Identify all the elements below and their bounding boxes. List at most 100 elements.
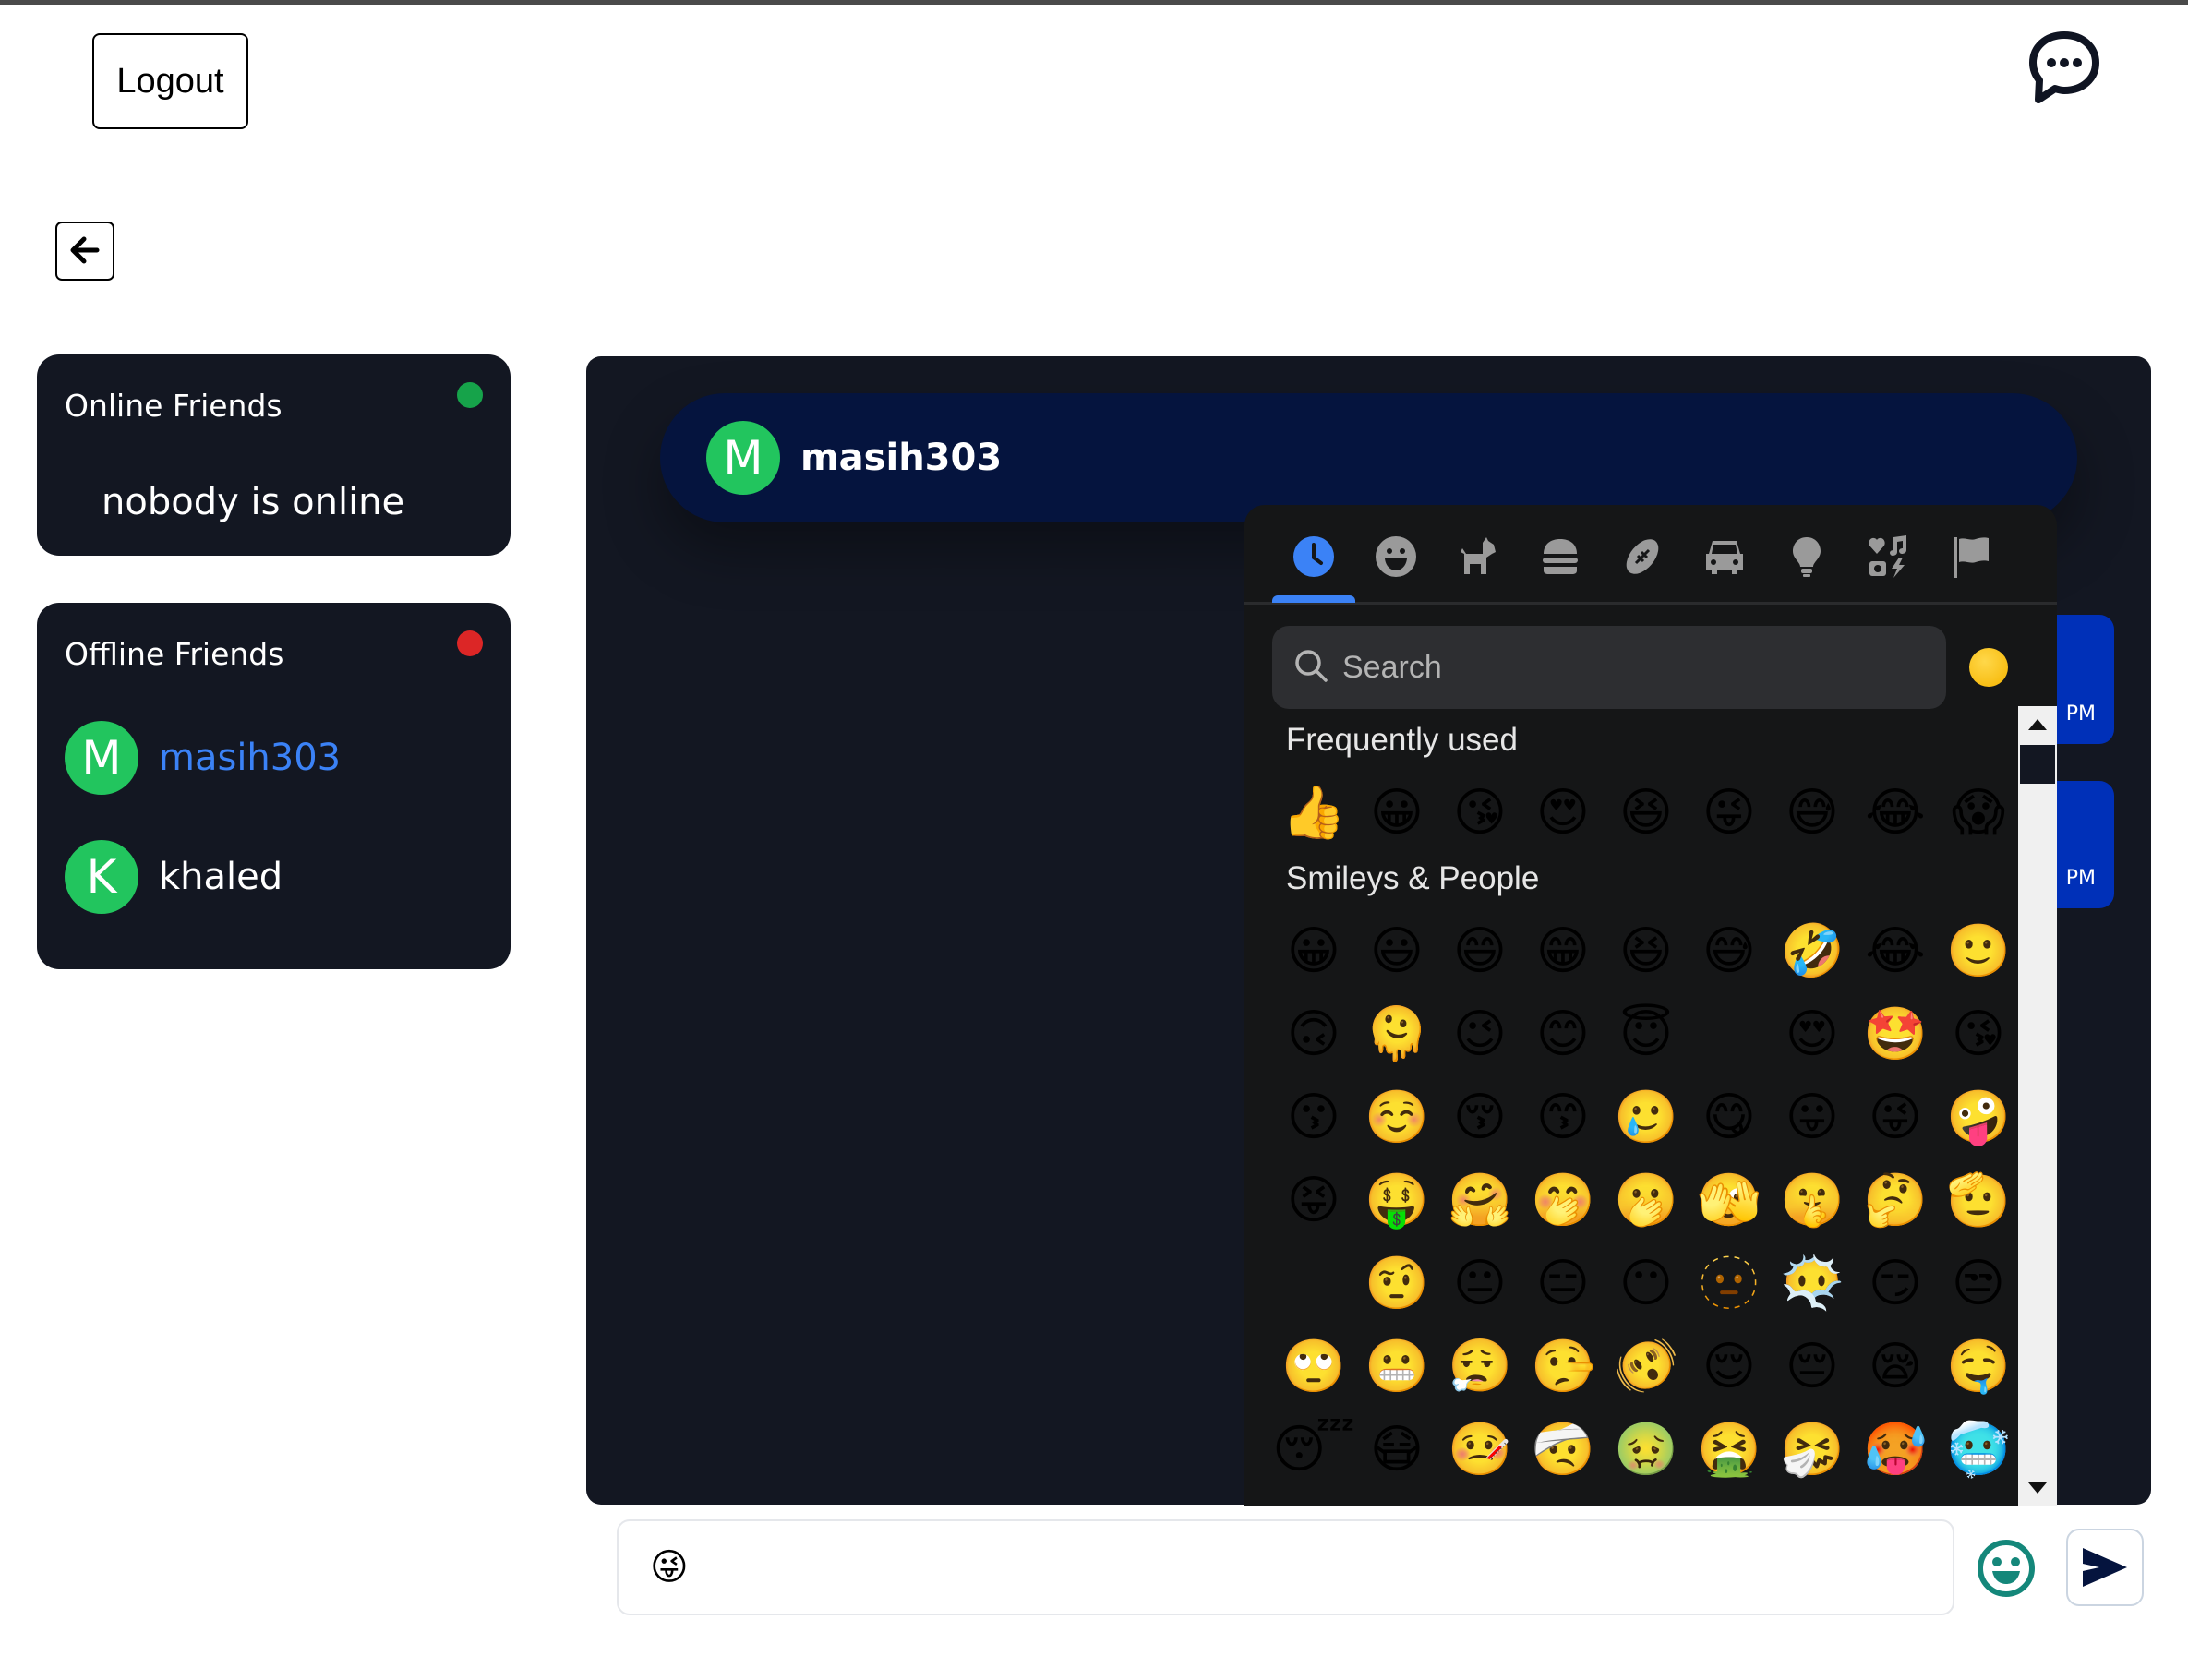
- emoji-option[interactable]: 😘: [1937, 993, 2018, 1076]
- emoji-option[interactable]: 😊: [1521, 993, 1605, 1076]
- emoji-option[interactable]: 😆: [1605, 772, 1688, 855]
- emoji-option[interactable]: 😁: [1521, 910, 1605, 993]
- emoji-option[interactable]: 🤪: [1937, 1076, 2018, 1159]
- emoji-option[interactable]: 🥵: [1854, 1409, 1937, 1492]
- emoji-option[interactable]: 😑: [1521, 1242, 1605, 1326]
- emoji-option[interactable]: 🤑: [1355, 1159, 1438, 1242]
- tab-smileys[interactable]: [1370, 531, 1422, 582]
- emoji-option[interactable]: 🤨: [1355, 1242, 1438, 1326]
- emoji-option[interactable]: 🤩: [1854, 993, 1937, 1076]
- emoji-option[interactable]: 😔: [1771, 1326, 1854, 1409]
- chat-bubble-dots-icon[interactable]: [2027, 30, 2101, 105]
- emoji-row: 👍 😀 😘 😍 😆 😜 😅 😂 😱: [1272, 772, 2018, 855]
- tab-recent[interactable]: [1288, 531, 1340, 582]
- emoji-row: 😀 😃 😄 😁 😆 😅 🤣 😂 🙂: [1272, 910, 2018, 993]
- emoji-search-input[interactable]: [1342, 649, 1896, 686]
- emoji-option[interactable]: 🥶: [1937, 1409, 2018, 1492]
- emoji-option[interactable]: 😀: [1355, 772, 1438, 855]
- emoji-option[interactable]: 😝: [1272, 1159, 1355, 1242]
- emoji-option[interactable]: 😐: [1438, 1242, 1521, 1326]
- symbols-icon: [1869, 535, 1906, 578]
- tab-flags[interactable]: [1945, 531, 1997, 582]
- skin-tone-selector[interactable]: [1969, 648, 2008, 687]
- emoji-option[interactable]: 😏: [1854, 1242, 1937, 1326]
- friend-name: masih303: [159, 737, 342, 779]
- tab-animals[interactable]: [1452, 531, 1504, 582]
- friend-item-khaled[interactable]: K khaled: [65, 840, 283, 914]
- tab-activities[interactable]: [1617, 531, 1668, 582]
- emoji-option[interactable]: 🤤: [1937, 1326, 2018, 1409]
- emoji-option[interactable]: 😜: [1688, 772, 1771, 855]
- emoji-option[interactable]: 😶‍🌫️: [1771, 1242, 1854, 1326]
- emoji-option[interactable]: 😉: [1438, 993, 1521, 1076]
- tab-objects[interactable]: [1781, 531, 1833, 582]
- emoji-option[interactable]: 😅: [1688, 910, 1771, 993]
- emoji-option[interactable]: 🤣: [1771, 910, 1854, 993]
- friend-item-masih303[interactable]: M masih303: [65, 721, 341, 795]
- emoji-option[interactable]: 😛: [1771, 1076, 1854, 1159]
- scroll-down-arrow-icon[interactable]: [2018, 1470, 2057, 1506]
- emoji-option[interactable]: ☺️: [1355, 1076, 1438, 1159]
- emoji-search-box[interactable]: [1272, 626, 1946, 709]
- emoji-scrollbar[interactable]: [2018, 706, 2057, 1506]
- emoji-option[interactable]: 🫠: [1355, 993, 1438, 1076]
- message-input-wrapper[interactable]: [617, 1519, 1954, 1615]
- emoji-option[interactable]: 😌: [1688, 1326, 1771, 1409]
- emoji-option[interactable]: 🤥: [1521, 1326, 1605, 1409]
- emoji-option[interactable]: 🤫: [1771, 1159, 1854, 1242]
- tab-travel[interactable]: [1699, 531, 1750, 582]
- emoji-option[interactable]: 🤭: [1521, 1159, 1605, 1242]
- tab-symbols[interactable]: [1863, 531, 1915, 582]
- emoji-option[interactable]: 😃: [1355, 910, 1438, 993]
- emoji-option[interactable]: 🥲: [1605, 1076, 1688, 1159]
- emoji-option[interactable]: 🫥: [1688, 1242, 1771, 1326]
- emoji-option[interactable]: 🫢: [1605, 1159, 1688, 1242]
- emoji-option[interactable]: 😴: [1272, 1409, 1355, 1492]
- emoji-option[interactable]: 🙃: [1272, 993, 1355, 1076]
- emoji-option[interactable]: 😙: [1521, 1076, 1605, 1159]
- logout-button[interactable]: Logout: [92, 33, 248, 129]
- emoji-option[interactable]: 😇: [1605, 993, 1688, 1076]
- emoji-option[interactable]: 😆: [1605, 910, 1688, 993]
- emoji-option[interactable]: 🫨: [1605, 1326, 1688, 1409]
- send-button[interactable]: [2066, 1529, 2144, 1606]
- emoji-option[interactable]: 🙄: [1272, 1326, 1355, 1409]
- emoji-option[interactable]: 😋: [1688, 1076, 1771, 1159]
- emoji-option[interactable]: 😱: [1937, 772, 2018, 855]
- emoji-option[interactable]: 😗: [1272, 1076, 1355, 1159]
- scrollbar-thumb[interactable]: [2020, 745, 2055, 784]
- emoji-option[interactable]: 😮‍💨: [1438, 1326, 1521, 1409]
- emoji-option[interactable]: 🤔: [1854, 1159, 1937, 1242]
- emoji-option[interactable]: 🤒: [1438, 1409, 1521, 1492]
- tab-food[interactable]: [1534, 531, 1586, 582]
- emoji-option[interactable]: 🙂: [1937, 910, 2018, 993]
- emoji-option[interactable]: 😍: [1771, 993, 1854, 1076]
- emoji-option[interactable]: 😅: [1771, 772, 1854, 855]
- emoji-option[interactable]: 🤮: [1688, 1409, 1771, 1492]
- emoji-option[interactable]: 😂: [1854, 910, 1937, 993]
- emoji-option[interactable]: 🤧: [1771, 1409, 1854, 1492]
- emoji-option[interactable]: 😂: [1854, 772, 1937, 855]
- emoji-option[interactable]: 👍: [1272, 772, 1355, 855]
- emoji-option[interactable]: 😚: [1438, 1076, 1521, 1159]
- emoji-option[interactable]: 🤢: [1605, 1409, 1688, 1492]
- chat-header: M masih303: [660, 393, 2077, 522]
- emoji-option[interactable]: 🤕: [1521, 1409, 1605, 1492]
- emoji-option[interactable]: 😪: [1854, 1326, 1937, 1409]
- back-button[interactable]: [55, 222, 114, 281]
- emoji-option[interactable]: 😄: [1438, 910, 1521, 993]
- emoji-option[interactable]: 😜: [1854, 1076, 1937, 1159]
- emoji-option[interactable]: 😀: [1272, 910, 1355, 993]
- emoji-option[interactable]: 😍: [1521, 772, 1605, 855]
- emoji-option[interactable]: 😬: [1355, 1326, 1438, 1409]
- emoji-option[interactable]: 🫡: [1937, 1159, 2018, 1242]
- emoji-option[interactable]: 😶: [1605, 1242, 1688, 1326]
- emoji-option[interactable]: 😷: [1355, 1409, 1438, 1492]
- emoji-option[interactable]: 😒: [1937, 1242, 2018, 1326]
- emoji-option[interactable]: 🤗: [1438, 1159, 1521, 1242]
- emoji-option[interactable]: 🫣: [1688, 1159, 1771, 1242]
- scroll-up-arrow-icon[interactable]: [2018, 706, 2057, 743]
- emoji-toggle-button[interactable]: [1976, 1538, 2037, 1599]
- message-input[interactable]: [650, 1546, 1924, 1589]
- emoji-option[interactable]: 😘: [1438, 772, 1521, 855]
